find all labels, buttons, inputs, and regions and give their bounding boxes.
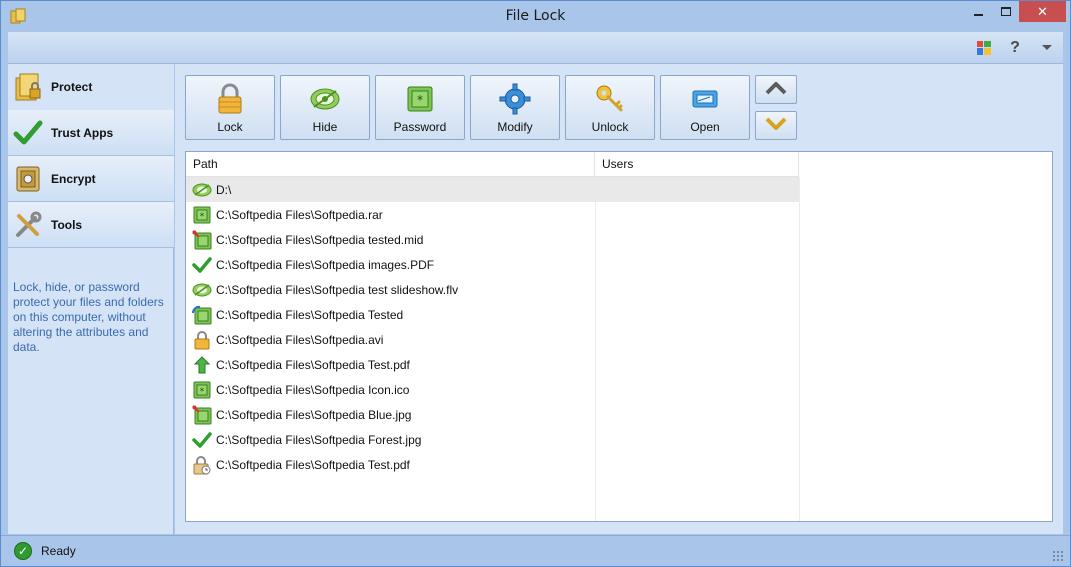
unlock-button[interactable]: Unlock: [565, 75, 655, 140]
table-row[interactable]: C:\Softpedia Files\Softpedia Blue.jpg: [186, 402, 799, 427]
sidebar-item-label: Protect: [51, 80, 93, 94]
minimize-button[interactable]: [964, 1, 992, 22]
password-icon: *: [192, 205, 212, 225]
open-button[interactable]: Open: [660, 75, 750, 140]
close-button[interactable]: ✕: [1019, 1, 1066, 22]
main-content: Lock Hide * Password Modify Unlock Open …: [175, 64, 1063, 534]
app-window: File Lock ✕ ? Protect Trust Apps Encrypt…: [0, 0, 1071, 567]
table-row[interactable]: C:\Softpedia Files\Softpedia Test.pdf: [186, 452, 799, 477]
protected-items-list[interactable]: Path Users D:\ * C:\Softpedia Files\Soft…: [185, 151, 1053, 522]
hidden-icon: [192, 180, 212, 200]
menu-strip: ?: [8, 32, 1063, 64]
password-label: Password: [393, 120, 447, 134]
status-bar: ✓ Ready: [1, 535, 1070, 566]
lock-button[interactable]: Lock: [185, 75, 275, 140]
row-path: C:\Softpedia Files\Softpedia test slides…: [216, 282, 459, 297]
sidebar-item-tools[interactable]: Tools: [8, 202, 174, 248]
row-path: C:\Softpedia Files\Softpedia Test.pdf: [216, 357, 410, 372]
sidebar-item-trust-apps[interactable]: Trust Apps: [8, 110, 174, 156]
column-header-path[interactable]: Path: [186, 152, 595, 177]
safe-icon: [13, 164, 43, 194]
hide-label: Hide: [312, 120, 338, 134]
table-row[interactable]: C:\Softpedia Files\Softpedia tested.mid: [186, 227, 799, 252]
open-label: Open: [690, 120, 720, 134]
row-path: C:\Softpedia Files\Softpedia Forest.jpg: [216, 432, 422, 447]
table-row[interactable]: * C:\Softpedia Files\Softpedia.rar: [186, 202, 799, 227]
sidebar: Protect Trust Apps Encrypt Tools Lock, h…: [8, 64, 174, 534]
sidebar-item-encrypt[interactable]: Encrypt: [8, 156, 174, 202]
open-window-icon: [688, 82, 722, 116]
ready-check-icon: ✓: [14, 542, 32, 560]
row-path: C:\Softpedia Files\Softpedia.rar: [216, 207, 383, 222]
lock-label: Lock: [217, 120, 243, 134]
padlock-clock-icon: [192, 455, 212, 475]
svg-text:*: *: [200, 387, 205, 397]
maximize-icon: [1000, 7, 1011, 16]
sidebar-item-label: Trust Apps: [51, 125, 114, 140]
maximize-button[interactable]: [992, 1, 1019, 22]
eye-icon: [308, 82, 342, 116]
key-icon: [593, 82, 627, 116]
table-row[interactable]: D:\: [186, 177, 799, 202]
hidden-icon: [192, 280, 212, 300]
row-path: C:\Softpedia Files\Softpedia.avi: [216, 332, 384, 347]
row-path: C:\Softpedia Files\Softpedia images.PDF: [216, 257, 435, 272]
row-path: C:\Softpedia Files\Softpedia Tested: [216, 307, 404, 322]
sidebar-item-label: Encrypt: [51, 171, 96, 186]
row-path: C:\Softpedia Files\Softpedia Test.pdf: [216, 457, 410, 472]
padlock-icon: [192, 330, 212, 350]
move-up-icon: [765, 81, 787, 98]
table-row[interactable]: C:\Softpedia Files\Softpedia test slides…: [186, 277, 799, 302]
minimize-icon: [973, 13, 983, 16]
column-divider: [799, 177, 800, 521]
padlock-icon: [213, 82, 247, 116]
gear-icon: [498, 82, 532, 116]
table-row[interactable]: C:\Softpedia Files\Softpedia.avi: [186, 327, 799, 352]
row-path: C:\Softpedia Files\Softpedia Icon.ico: [216, 382, 410, 397]
column-header-users[interactable]: Users: [595, 152, 799, 177]
svg-text:*: *: [417, 93, 423, 107]
table-row[interactable]: * C:\Softpedia Files\Softpedia Icon.ico: [186, 377, 799, 402]
close-icon: ✕: [1037, 4, 1048, 19]
unlock-label: Unlock: [591, 120, 629, 134]
checkmark-icon: [192, 430, 212, 450]
password-refresh-icon: [192, 305, 212, 325]
table-row[interactable]: C:\Softpedia Files\Softpedia images.PDF: [186, 252, 799, 277]
resize-grip[interactable]: [1052, 550, 1064, 562]
sidebar-item-protect[interactable]: Protect: [8, 64, 174, 110]
password-icon: *: [403, 82, 437, 116]
status-text: Ready: [41, 544, 76, 558]
password-pin-icon: [192, 404, 212, 425]
checkmark-icon: [13, 118, 43, 148]
table-row[interactable]: C:\Softpedia Files\Softpedia Forest.jpg: [186, 427, 799, 452]
hide-button[interactable]: Hide: [280, 75, 370, 140]
table-row[interactable]: C:\Softpedia Files\Softpedia Tested: [186, 302, 799, 327]
help-icon[interactable]: ?: [1006, 39, 1024, 57]
folder-lock-icon: [13, 72, 43, 102]
row-path: C:\Softpedia Files\Softpedia Blue.jpg: [216, 407, 412, 422]
move-down-icon: [765, 117, 787, 134]
table-row[interactable]: C:\Softpedia Files\Softpedia Test.pdf: [186, 352, 799, 377]
sidebar-description: Lock, hide, or password protect your fil…: [13, 280, 164, 354]
window-title: File Lock: [505, 8, 566, 24]
color-scheme-icon[interactable]: [975, 39, 993, 57]
chevron-down-icon[interactable]: [1038, 39, 1056, 57]
modify-button[interactable]: Modify: [470, 75, 560, 140]
tools-icon: [13, 210, 43, 240]
password-pin-icon: [192, 229, 212, 250]
green-arrow-icon: [192, 355, 212, 375]
row-path: C:\Softpedia Files\Softpedia tested.mid: [216, 232, 424, 247]
sidebar-item-label: Tools: [51, 217, 83, 232]
move-down-button[interactable]: [755, 111, 797, 140]
modify-label: Modify: [497, 120, 533, 134]
password-button[interactable]: * Password: [375, 75, 465, 140]
move-up-button[interactable]: [755, 75, 797, 104]
row-path: D:\: [216, 182, 232, 197]
checkmark-icon: [192, 255, 212, 275]
svg-text:*: *: [200, 212, 205, 222]
title-bar: File Lock ✕: [1, 1, 1070, 32]
password-icon: *: [192, 380, 212, 400]
